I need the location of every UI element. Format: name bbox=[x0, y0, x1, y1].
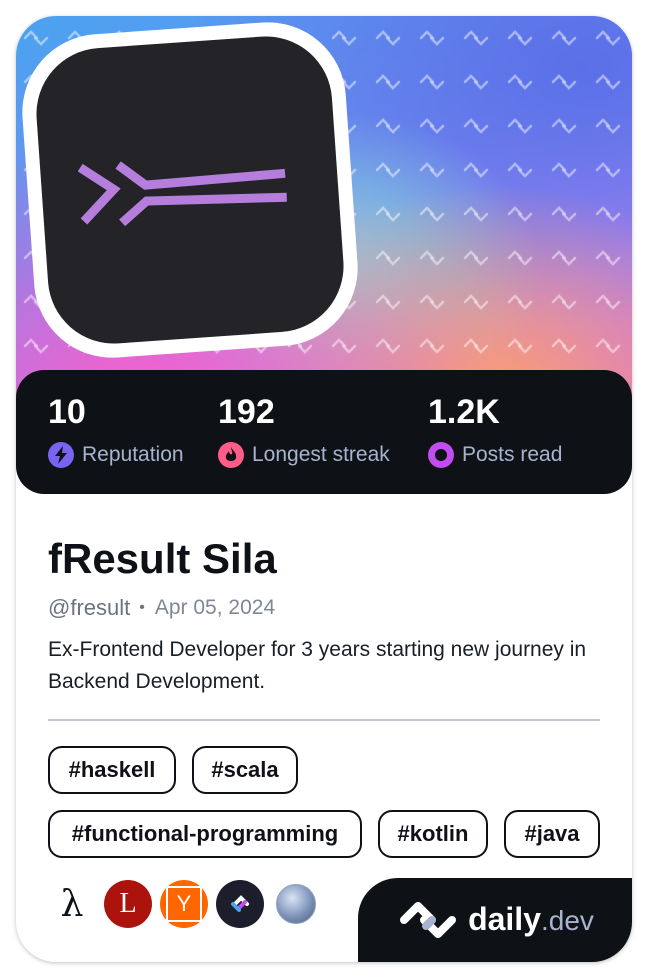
lambda-icon[interactable]: λ bbox=[48, 880, 96, 928]
hacker-news-icon[interactable]: Y bbox=[160, 880, 208, 928]
avatar-frame bbox=[17, 17, 363, 363]
stat-posts-read: 1.2K Posts read bbox=[428, 392, 562, 468]
globe-avatar-icon[interactable] bbox=[272, 880, 320, 928]
stat-reputation-label: Reputation bbox=[82, 443, 184, 466]
stats-bar: 10 Reputation 192 Longest streak 1.2K Po… bbox=[16, 370, 632, 494]
profile-name: fResult Sila bbox=[48, 535, 277, 582]
tag-java[interactable]: #java bbox=[504, 810, 600, 858]
profile-meta: @fresult • Apr 05, 2024 bbox=[48, 594, 275, 622]
profile-card: 10 Reputation 192 Longest streak 1.2K Po… bbox=[16, 16, 632, 962]
stat-reputation: 10 Reputation bbox=[48, 392, 184, 468]
daily-dev-icon[interactable] bbox=[216, 880, 264, 928]
tag-functional-programming[interactable]: #functional-programming bbox=[48, 810, 362, 858]
separator-dot: • bbox=[139, 599, 145, 616]
stat-posts-value: 1.2K bbox=[428, 393, 500, 431]
divider bbox=[48, 719, 600, 721]
profile-handle[interactable]: @fresult bbox=[48, 594, 130, 622]
avatar[interactable] bbox=[32, 32, 348, 348]
daily-dev-brand[interactable]: daily.dev bbox=[358, 878, 632, 962]
avatar-logo-icon bbox=[77, 161, 287, 227]
daily-dev-wordmark: daily.dev bbox=[468, 901, 594, 937]
tag-haskell[interactable]: #haskell bbox=[48, 746, 176, 794]
profile-joined-date: Apr 05, 2024 bbox=[154, 596, 276, 619]
stat-streak-value: 192 bbox=[218, 393, 275, 431]
flame-icon bbox=[218, 442, 244, 468]
social-links: λ L Y bbox=[48, 880, 320, 928]
lobsters-icon[interactable]: L bbox=[104, 880, 152, 928]
stat-streak-label: Longest streak bbox=[252, 443, 390, 466]
ring-icon bbox=[428, 442, 454, 468]
stat-reputation-value: 10 bbox=[48, 393, 86, 431]
lightning-icon bbox=[48, 442, 74, 468]
profile-bio: Ex-Frontend Developer for 3 years starti… bbox=[48, 638, 587, 693]
stat-longest-streak: 192 Longest streak bbox=[218, 392, 390, 468]
tag-scala[interactable]: #scala bbox=[192, 746, 298, 794]
daily-dev-logo-icon bbox=[400, 902, 457, 938]
stat-posts-label: Posts read bbox=[462, 443, 563, 466]
tag-kotlin[interactable]: #kotlin bbox=[378, 810, 488, 858]
